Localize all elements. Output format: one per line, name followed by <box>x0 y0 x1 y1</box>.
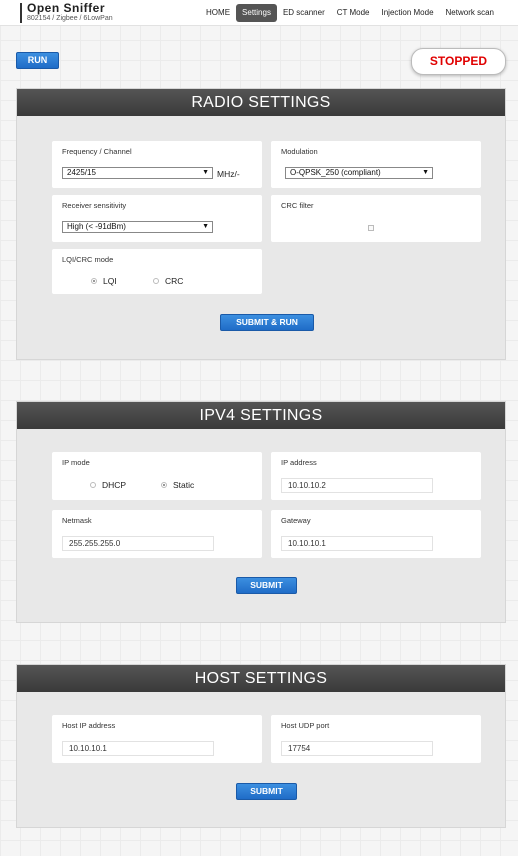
netmask-box: Netmask <box>52 510 262 558</box>
lqi-radio[interactable] <box>91 278 97 284</box>
nav-settings[interactable]: Settings <box>236 4 277 22</box>
submit-run-button[interactable]: SUBMIT & RUN <box>220 314 314 331</box>
top-navbar: Open Sniffer 802154 / Zigbee / 6LowPan H… <box>0 0 518 26</box>
crc-radio-label: CRC <box>165 276 184 286</box>
radio-settings-panel: RADIO SETTINGS Frequency / Channel 2425/… <box>16 88 506 360</box>
status-badge: STOPPED <box>411 48 506 75</box>
nav-ed-scanner[interactable]: ED scanner <box>277 4 331 22</box>
crc-filter-label: CRC filter <box>281 201 314 210</box>
dhcp-radio-label: DHCP <box>102 480 127 490</box>
chevron-down-icon: ▼ <box>422 169 429 176</box>
ip-mode-box: IP mode DHCP Static <box>52 452 262 500</box>
host-ip-label: Host IP address <box>62 721 116 730</box>
sensitivity-box: Receiver sensitivity High (< -91dBm) ▼ <box>52 195 262 242</box>
sensitivity-label: Receiver sensitivity <box>62 201 127 210</box>
radio-settings-title: RADIO SETTINGS <box>17 89 505 116</box>
nav-home[interactable]: HOME <box>200 4 236 22</box>
lqi-crc-label: LQI/CRC mode <box>62 255 114 264</box>
host-port-input[interactable] <box>281 741 433 756</box>
nav-ct-mode[interactable]: CT Mode <box>331 4 376 22</box>
crc-radio[interactable] <box>153 278 159 284</box>
netmask-label: Netmask <box>62 516 92 525</box>
ipv4-submit-button[interactable]: SUBMIT <box>236 577 297 594</box>
host-submit-button[interactable]: SUBMIT <box>236 783 297 800</box>
chevron-down-icon: ▼ <box>202 223 209 230</box>
gateway-box: Gateway <box>271 510 481 558</box>
lqi-crc-box: LQI/CRC mode LQI CRC <box>52 249 262 294</box>
host-settings-panel: HOST SETTINGS Host IP address Host UDP p… <box>16 664 506 828</box>
crc-option[interactable]: CRC <box>153 276 183 286</box>
modulation-box: Modulation O-QPSK_250 (compliant) ▼ <box>271 141 481 188</box>
brand-title: Open Sniffer <box>27 1 106 15</box>
crc-filter-box: CRC filter <box>271 195 481 242</box>
gateway-input[interactable] <box>281 536 433 551</box>
modulation-label: Modulation <box>281 147 318 156</box>
ip-address-label: IP address <box>281 458 317 467</box>
netmask-input[interactable] <box>62 536 214 551</box>
ipv4-settings-title: IPV4 SETTINGS <box>17 402 505 429</box>
host-port-label: Host UDP port <box>281 721 330 730</box>
frequency-box: Frequency / Channel 2425/15 ▼ MHz/- <box>52 141 262 188</box>
modulation-select-value: O-QPSK_250 (compliant) <box>290 168 381 177</box>
static-option[interactable]: Static <box>161 480 194 490</box>
host-settings-title: HOST SETTINGS <box>17 665 505 692</box>
nav-injection-mode[interactable]: Injection Mode <box>376 4 440 22</box>
host-ip-box: Host IP address <box>52 715 262 763</box>
dhcp-radio[interactable] <box>90 482 96 488</box>
ip-mode-label: IP mode <box>62 458 90 467</box>
nav-network-scan[interactable]: Network scan <box>440 4 500 22</box>
host-ip-input[interactable] <box>62 741 214 756</box>
dhcp-option[interactable]: DHCP <box>90 480 126 490</box>
run-button[interactable]: RUN <box>16 52 59 69</box>
modulation-select[interactable]: O-QPSK_250 (compliant) ▼ <box>285 167 433 179</box>
ipv4-settings-panel: IPV4 SETTINGS IP mode DHCP Static IP add… <box>16 401 506 623</box>
frequency-select-value: 2425/15 <box>67 168 96 177</box>
frequency-unit: MHz/- <box>217 169 240 179</box>
static-radio-label: Static <box>173 480 195 490</box>
frequency-select[interactable]: 2425/15 ▼ <box>62 167 213 179</box>
brand-logo[interactable]: Open Sniffer 802154 / Zigbee / 6LowPan <box>20 1 113 23</box>
ip-address-input[interactable] <box>281 478 433 493</box>
crc-filter-checkbox[interactable] <box>368 225 374 231</box>
static-radio[interactable] <box>161 482 167 488</box>
brand-subtitle: 802154 / Zigbee / 6LowPan <box>27 15 113 22</box>
sensitivity-select-value: High (< -91dBm) <box>67 222 126 231</box>
main-nav: HOME Settings ED scanner CT Mode Injecti… <box>200 4 500 22</box>
chevron-down-icon: ▼ <box>202 169 209 176</box>
frequency-label: Frequency / Channel <box>62 147 132 156</box>
ip-address-box: IP address <box>271 452 481 500</box>
host-port-box: Host UDP port <box>271 715 481 763</box>
lqi-option[interactable]: LQI <box>91 276 117 286</box>
lqi-radio-label: LQI <box>103 276 117 286</box>
sensitivity-select[interactable]: High (< -91dBm) ▼ <box>62 221 213 233</box>
gateway-label: Gateway <box>281 516 311 525</box>
